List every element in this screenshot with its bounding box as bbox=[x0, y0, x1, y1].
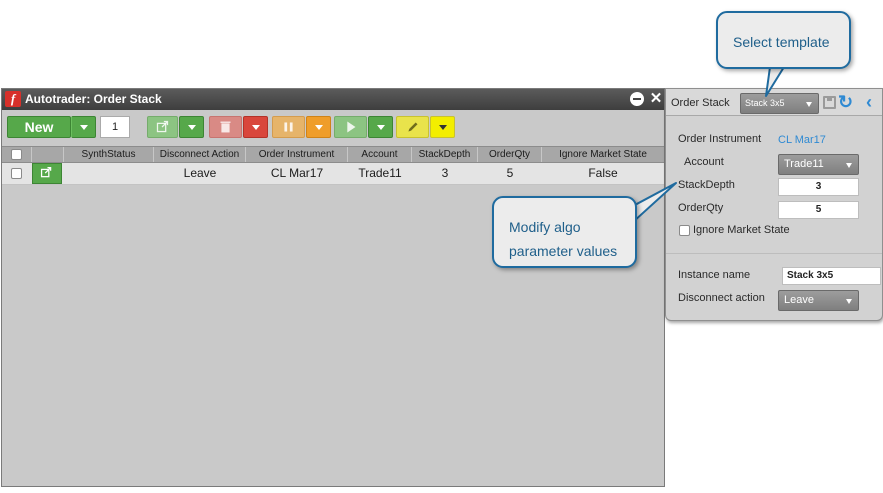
template-select[interactable]: Stack 3x5 bbox=[740, 93, 819, 114]
column-header-disconnect-action[interactable]: Disconnect Action bbox=[154, 147, 246, 162]
table-row[interactable]: Leave CL Mar17 Trade11 3 5 False bbox=[2, 163, 664, 185]
close-icon[interactable]: ✕ bbox=[649, 91, 663, 106]
select-all-checkbox[interactable] bbox=[11, 149, 22, 160]
cell-order-instrument: CL Mar17 bbox=[270, 166, 324, 180]
grid-header: SynthStatus Disconnect Action Order Inst… bbox=[2, 146, 664, 163]
edit-button[interactable] bbox=[396, 116, 429, 138]
window-title: Autotrader: Order Stack bbox=[25, 92, 162, 106]
order-stack-panel: Order Stack Stack 3x5 ↻ ‹ Order Instrume… bbox=[665, 88, 883, 321]
column-header-stack-depth[interactable]: StackDepth bbox=[412, 147, 478, 162]
window-titlebar[interactable]: f Autotrader: Order Stack ✕ bbox=[2, 89, 664, 110]
cell-disconnect-action: Leave bbox=[183, 166, 217, 180]
select-template-callout-text: Select template bbox=[733, 34, 830, 50]
panel-divider bbox=[666, 253, 882, 254]
account-select-value: Trade11 bbox=[784, 158, 824, 170]
pause-icon bbox=[284, 122, 293, 132]
ignore-market-state-checkbox[interactable] bbox=[679, 225, 690, 236]
order-instrument-link[interactable]: CL Mar17 bbox=[778, 134, 826, 146]
new-dropdown-button[interactable] bbox=[71, 116, 96, 138]
chevron-down-icon bbox=[376, 125, 385, 130]
launch-dropdown-button[interactable] bbox=[179, 116, 204, 138]
template-select-value: Stack 3x5 bbox=[745, 98, 785, 108]
row-checkbox[interactable] bbox=[11, 168, 22, 179]
chevron-down-icon bbox=[79, 125, 88, 130]
toolbar: New 1 bbox=[2, 110, 664, 145]
disconnect-action-label: Disconnect action bbox=[678, 292, 765, 304]
refresh-icon[interactable]: ↻ bbox=[838, 92, 853, 112]
save-icon[interactable] bbox=[823, 96, 836, 109]
chevron-down-icon bbox=[314, 125, 323, 130]
instance-name-input[interactable]: Stack 3x5 bbox=[782, 267, 881, 285]
select-template-callout: Select template bbox=[716, 11, 851, 69]
ignore-market-state-label: Ignore Market State bbox=[693, 224, 790, 236]
trash-icon bbox=[220, 121, 231, 133]
column-header-account[interactable]: Account bbox=[348, 147, 412, 162]
column-header-launch bbox=[32, 147, 64, 162]
delete-button[interactable] bbox=[209, 116, 242, 138]
chevron-down-icon bbox=[251, 125, 260, 130]
column-header-synth-status[interactable]: SynthStatus bbox=[64, 147, 154, 162]
pencil-icon bbox=[408, 122, 418, 132]
disconnect-action-select[interactable]: Leave bbox=[778, 290, 859, 311]
pause-dropdown-button[interactable] bbox=[306, 116, 331, 138]
autotrader-window: f Autotrader: Order Stack ✕ New 1 SynthS… bbox=[1, 88, 665, 487]
app-logo-icon: f bbox=[5, 91, 21, 107]
order-qty-input[interactable]: 5 bbox=[778, 201, 859, 219]
disconnect-action-select-value: Leave bbox=[784, 294, 814, 306]
column-header-ignore-market-state[interactable]: Ignore Market State bbox=[542, 147, 664, 162]
chevron-down-icon bbox=[806, 102, 812, 107]
modify-parameters-callout: Modify algo parameter values bbox=[492, 196, 637, 268]
cell-ignore-market-state: False bbox=[588, 166, 618, 180]
row-launch-button[interactable] bbox=[32, 163, 62, 184]
order-instrument-label: Order Instrument bbox=[678, 133, 762, 145]
start-button[interactable] bbox=[334, 116, 367, 138]
pause-button[interactable] bbox=[272, 116, 305, 138]
select-all-cell bbox=[2, 147, 32, 162]
edit-dropdown-button[interactable] bbox=[430, 116, 455, 138]
cell-stack-depth: 3 bbox=[441, 166, 449, 180]
account-label: Account bbox=[684, 156, 724, 168]
order-qty-label: OrderQty bbox=[678, 202, 724, 214]
stack-depth-label: StackDepth bbox=[678, 179, 735, 191]
play-icon bbox=[347, 121, 356, 133]
delete-dropdown-button[interactable] bbox=[243, 116, 268, 138]
cell-synth-status bbox=[64, 163, 154, 184]
modify-callout-line2: parameter values bbox=[509, 243, 618, 259]
launch-button[interactable] bbox=[147, 116, 178, 138]
account-select[interactable]: Trade11 bbox=[778, 154, 859, 175]
minimize-icon[interactable] bbox=[630, 92, 644, 106]
external-link-icon bbox=[156, 120, 169, 133]
column-header-order-qty[interactable]: OrderQty bbox=[478, 147, 542, 162]
new-button[interactable]: New bbox=[7, 116, 71, 138]
chevron-down-icon bbox=[438, 125, 447, 130]
chevron-left-icon[interactable]: ‹ bbox=[866, 92, 872, 112]
external-link-icon bbox=[40, 166, 52, 178]
modify-callout-line1: Modify algo bbox=[509, 219, 581, 235]
quantity-input[interactable]: 1 bbox=[100, 116, 130, 138]
cell-order-qty: 5 bbox=[506, 166, 514, 180]
start-dropdown-button[interactable] bbox=[368, 116, 393, 138]
chevron-down-icon bbox=[846, 163, 852, 168]
panel-header: Order Stack Stack 3x5 ↻ ‹ bbox=[666, 89, 882, 116]
chevron-down-icon bbox=[187, 125, 196, 130]
order-stack-label: Order Stack bbox=[671, 97, 730, 109]
chevron-down-icon bbox=[846, 299, 852, 304]
column-header-order-instrument[interactable]: Order Instrument bbox=[246, 147, 348, 162]
stack-depth-input[interactable]: 3 bbox=[778, 178, 859, 196]
cell-account: Trade11 bbox=[358, 166, 402, 180]
instance-name-label: Instance name bbox=[678, 269, 751, 281]
